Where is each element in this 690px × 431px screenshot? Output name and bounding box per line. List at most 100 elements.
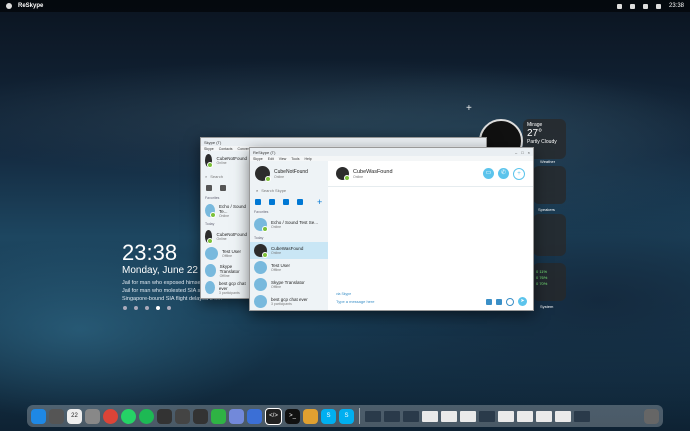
search-icon[interactable] (655, 3, 661, 9)
app-icon[interactable] (303, 408, 318, 424)
video-call-button[interactable]: ▭ (483, 167, 494, 179)
add-icon[interactable]: + (317, 198, 322, 207)
list-item[interactable]: Test User Offline (201, 245, 251, 262)
list-item[interactable]: best gcp chat ever 3 participants (250, 293, 328, 310)
minimized-window-thumbnail[interactable] (574, 410, 590, 422)
search-input[interactable]: ⌕ Search Skype (254, 187, 324, 194)
launchpad-icon[interactable] (49, 408, 64, 424)
menu-item[interactable]: Tools (291, 157, 299, 161)
list-item[interactable]: CubeNotFound Online (201, 228, 251, 245)
wifi-icon[interactable] (616, 3, 622, 9)
chat-contact-name[interactable]: CubeWasFound (353, 169, 393, 175)
list-item[interactable]: Echo / Sound Test Se... Online (250, 216, 328, 233)
apple-icon[interactable] (6, 3, 12, 9)
menu-item[interactable]: Contacts (219, 147, 233, 151)
dialpad-icon[interactable] (255, 199, 261, 205)
desktop-clock-date: Monday, June 22 (122, 265, 198, 276)
front-window-titlebar[interactable]: ReSkype (T) – □ × (250, 148, 533, 156)
menu-item[interactable]: Skype (204, 147, 214, 151)
minimized-window-thumbnail[interactable] (365, 410, 381, 422)
today-label: Today (205, 222, 215, 226)
menu-item[interactable]: Help (304, 157, 311, 161)
back-window-titlebar[interactable]: Skype (T) (201, 138, 486, 146)
contacts-icon[interactable] (283, 199, 289, 205)
list-item-selected[interactable]: CubeWasFound Online (250, 242, 328, 259)
favorites-label: Favorites (254, 210, 269, 214)
system-widget[interactable]: 0 11% 0 76% 0 70% (533, 263, 566, 301)
add-contact-icon[interactable] (269, 199, 275, 205)
page-dot[interactable] (167, 306, 171, 310)
minimized-window-thumbnail[interactable] (555, 410, 571, 422)
add-widget-icon[interactable]: + (466, 103, 472, 114)
location-icon[interactable] (220, 185, 226, 191)
code-editor-icon[interactable]: </> (265, 407, 282, 425)
attach-file-icon[interactable] (486, 298, 492, 305)
finder-icon[interactable] (31, 408, 46, 424)
minimized-window-thumbnail[interactable] (403, 410, 419, 422)
settings-icon[interactable] (297, 199, 303, 205)
app-icon[interactable] (157, 408, 172, 424)
dialpad-icon[interactable] (206, 185, 212, 191)
send-button[interactable]: ➤ (518, 297, 527, 306)
list-item[interactable]: Skype Translator Offline (250, 276, 328, 293)
speakers-widget[interactable] (533, 166, 566, 204)
reskype-window-front[interactable]: ReSkype (T) – □ × Skype Edit View Tools … (249, 147, 534, 311)
battery-icon[interactable] (629, 3, 635, 9)
volume-icon[interactable] (642, 3, 648, 9)
settings-icon[interactable] (85, 408, 100, 424)
minimized-window-thumbnail[interactable] (536, 410, 552, 422)
action-icons: + (250, 197, 328, 207)
maximize-icon[interactable]: □ (521, 150, 523, 155)
discord-icon[interactable] (229, 408, 244, 424)
favorites-label: Favorites (205, 196, 220, 200)
app-icon[interactable] (193, 408, 208, 424)
minimized-window-thumbnail[interactable] (517, 410, 533, 422)
close-icon[interactable]: × (528, 150, 530, 155)
search-icon: ⌕ (256, 188, 259, 193)
reskype-icon[interactable]: S (339, 408, 354, 424)
system-stat: 0 70% (536, 281, 548, 286)
menu-item[interactable]: Skype (253, 157, 263, 161)
minimized-window-thumbnail[interactable] (422, 410, 438, 422)
menu-item[interactable]: Edit (268, 157, 274, 161)
trash-icon[interactable] (644, 408, 659, 424)
list-item[interactable]: best gcp chat ever 3 participants (201, 279, 251, 296)
message-input[interactable]: Type a message here (336, 299, 374, 304)
page-dot[interactable] (123, 306, 127, 310)
whatsapp-icon[interactable] (121, 408, 136, 424)
menu-item[interactable]: View (279, 157, 287, 161)
minimize-icon[interactable]: – (515, 150, 517, 155)
emoji-icon[interactable] (506, 297, 514, 306)
search-input[interactable]: ⌕ Search (205, 173, 247, 180)
app-icon[interactable] (175, 408, 190, 424)
chrome-icon[interactable] (103, 408, 118, 424)
calendar-icon[interactable]: 22 (67, 408, 82, 424)
list-item[interactable]: Test User Offline (250, 259, 328, 276)
skype-icon[interactable]: S (321, 408, 336, 424)
add-people-button[interactable]: + (513, 167, 525, 180)
terminal-icon[interactable]: >_ (285, 408, 300, 424)
minimized-window-thumbnail[interactable] (441, 410, 457, 422)
page-dot[interactable] (134, 306, 138, 310)
page-dot-active[interactable] (156, 306, 160, 310)
audio-call-button[interactable]: ✆ (498, 167, 509, 179)
chat-pane: CubeWasFound Online ▭ ✆ + via Skype Type… (328, 161, 533, 310)
avatar[interactable] (336, 167, 350, 181)
media-icon[interactable] (496, 298, 502, 305)
page-dot[interactable] (145, 306, 149, 310)
menubar-clock[interactable]: 23:38 (669, 3, 684, 9)
minecraft-icon[interactable] (211, 408, 226, 424)
menu-bar: ReSkype 23:38 (0, 0, 690, 12)
avatar[interactable] (205, 154, 214, 168)
minimized-window-thumbnail[interactable] (498, 410, 514, 422)
active-app-name[interactable]: ReSkype (18, 3, 43, 9)
list-item[interactable]: Echo / Sound Te... Online (201, 202, 251, 219)
list-item[interactable]: Skype Translator Offline (201, 262, 251, 279)
spotify-icon[interactable] (139, 408, 154, 424)
calendar-widget[interactable] (533, 214, 566, 256)
minimized-window-thumbnail[interactable] (460, 410, 476, 422)
minimized-window-thumbnail[interactable] (384, 410, 400, 422)
avatar[interactable] (255, 166, 271, 182)
app-icon[interactable] (247, 408, 262, 424)
minimized-window-thumbnail[interactable] (479, 410, 495, 422)
